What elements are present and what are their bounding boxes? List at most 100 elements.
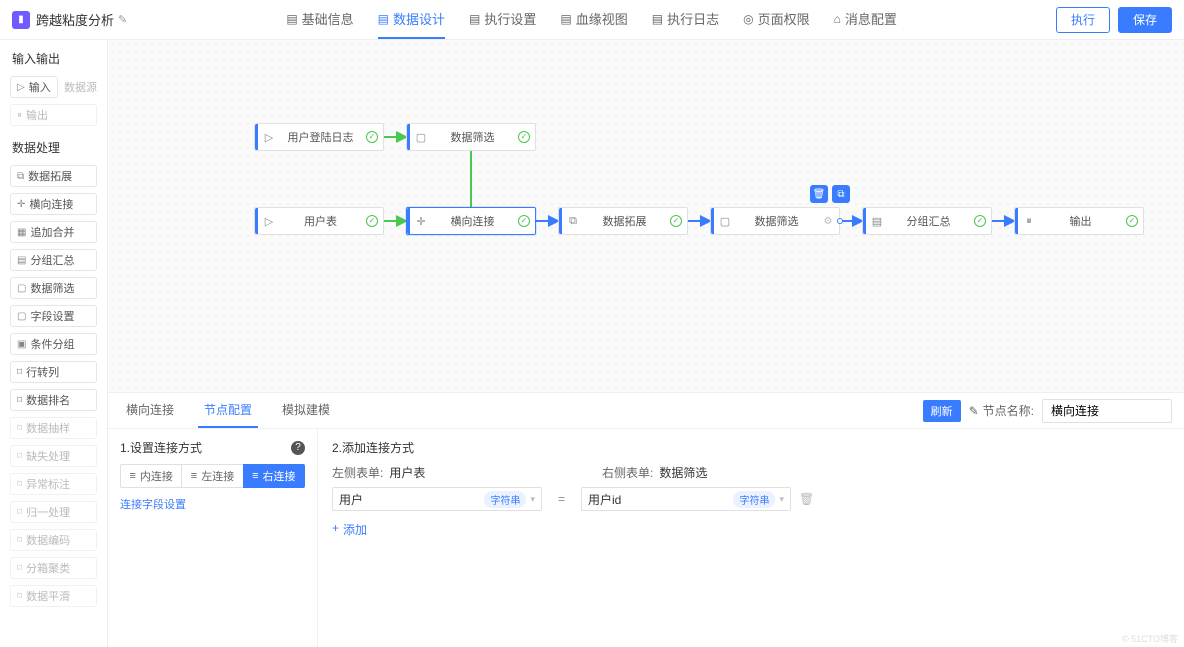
node-type-icon: ▷ bbox=[258, 131, 280, 144]
sidebar-item-数据抽样[interactable]: ⌑数据抽样 bbox=[10, 417, 97, 439]
sidebar-item-分箱聚类[interactable]: ⌑分箱聚类 bbox=[10, 557, 97, 579]
tab-基础信息[interactable]: ▤基础信息 bbox=[286, 0, 353, 39]
top-bar: ▮ 跨越粘度分析 ✎ ▤基础信息▤数据设计▤执行设置▤血缘视图▤执行日志◎页面权… bbox=[0, 0, 1184, 40]
node-type-icon: ▢ bbox=[410, 131, 432, 144]
node-数据筛选[interactable]: ▢数据筛选✓ bbox=[406, 123, 536, 151]
node-type-icon: ⌑ bbox=[17, 451, 22, 462]
node-数据拓展[interactable]: ⧉数据拓展✓ bbox=[558, 207, 688, 235]
sidebar-item-label: 异常标注 bbox=[26, 476, 70, 492]
node-type-icon: ⌑ bbox=[17, 423, 22, 434]
output-port[interactable] bbox=[837, 218, 843, 224]
sidebar-item-数据拓展[interactable]: ⧉数据拓展 bbox=[10, 165, 97, 187]
node-type-icon: ✛ bbox=[410, 215, 432, 228]
node-type-icon: ⌑ bbox=[17, 591, 22, 602]
tab-页面权限[interactable]: ◎页面权限 bbox=[743, 0, 810, 39]
sidebar-item-条件分组[interactable]: ▣条件分组 bbox=[10, 333, 97, 355]
node-type-icon: ⧉ bbox=[562, 215, 584, 228]
tab-数据设计[interactable]: ▤数据设计 bbox=[378, 0, 445, 39]
tab-icon: ▤ bbox=[469, 12, 480, 26]
bottom-tab-模拟建模[interactable]: 模拟建模 bbox=[276, 393, 336, 428]
add-row-button[interactable]: + 添加 bbox=[332, 521, 367, 538]
sidebar-item-label: 分组汇总 bbox=[30, 252, 74, 268]
sidebar-item-input[interactable]: ▷ 输入 bbox=[10, 76, 58, 98]
save-button[interactable]: 保存 bbox=[1118, 7, 1172, 33]
help-icon[interactable]: ? bbox=[291, 441, 305, 455]
bottom-panel: 横向连接节点配置模拟建模 刷新 ✎ 节点名称: 1.设置连接方式 ? ≡ bbox=[108, 392, 1184, 647]
bottom-tabs-row: 横向连接节点配置模拟建模 刷新 ✎ 节点名称: bbox=[108, 393, 1184, 429]
run-button[interactable]: 执行 bbox=[1056, 7, 1110, 33]
tab-血缘视图[interactable]: ▤血缘视图 bbox=[560, 0, 627, 39]
node-输出[interactable]: ⏸输出✓ bbox=[1014, 207, 1144, 235]
sidebar-hint: 数据源 bbox=[64, 79, 97, 95]
bottom-tab-横向连接[interactable]: 横向连接 bbox=[120, 393, 180, 428]
edit-title-icon[interactable]: ✎ bbox=[118, 13, 127, 26]
right-field-select[interactable]: 用户id 字符串 ▾ bbox=[581, 487, 791, 511]
sidebar-item-label: 数据筛选 bbox=[30, 280, 74, 296]
node-type-icon: ▢ bbox=[17, 283, 26, 294]
sidebar-item-异常标注[interactable]: ⌑异常标注 bbox=[10, 473, 97, 495]
sidebar-item-字段设置[interactable]: ▢字段设置 bbox=[10, 305, 97, 327]
section-title-join-type: 1.设置连接方式 ? bbox=[120, 439, 305, 456]
sidebar-item-label: 缺失处理 bbox=[26, 448, 70, 464]
node-label: 数据筛选 bbox=[432, 129, 513, 145]
main-area: 🗑 ⧉ ▷用户登陆日志✓▢数据筛选✓▷用户表✓✛横向连接✓⧉数据拓展✓▢数据筛选… bbox=[108, 40, 1184, 647]
config-right-column: 2.添加连接方式 左侧表单: 用户表 右侧表单: 数据筛选 bbox=[318, 429, 1184, 647]
sidebar-item-label: 输出 bbox=[26, 107, 48, 123]
node-用户登陆日志[interactable]: ▷用户登陆日志✓ bbox=[254, 123, 384, 151]
canvas[interactable]: 🗑 ⧉ ▷用户登陆日志✓▢数据筛选✓▷用户表✓✛横向连接✓⧉数据拓展✓▢数据筛选… bbox=[108, 40, 1184, 392]
tab-icon: ◎ bbox=[743, 12, 753, 26]
join-type-内连接[interactable]: ≡内连接 bbox=[120, 464, 182, 488]
status-ok-icon: ✓ bbox=[366, 215, 378, 227]
node-type-icon: ⌑ bbox=[17, 367, 22, 378]
node-type-icon: ▤ bbox=[17, 255, 26, 266]
sidebar-item-归一处理[interactable]: ⌑归一处理 bbox=[10, 501, 97, 523]
sidebar-item-分组汇总[interactable]: ▤ 分组汇总 bbox=[10, 249, 97, 271]
tab-执行设置[interactable]: ▤执行设置 bbox=[469, 0, 536, 39]
watermark: © 51CTO博客 bbox=[1122, 632, 1178, 645]
sidebar-item-行转列[interactable]: ⌑行转列 bbox=[10, 361, 97, 383]
bottom-tab-节点配置[interactable]: 节点配置 bbox=[198, 393, 258, 428]
node-分组汇总[interactable]: ▤分组汇总✓ bbox=[862, 207, 992, 235]
node-type-icon: ▣ bbox=[17, 339, 26, 350]
delete-node-button[interactable]: 🗑 bbox=[810, 185, 828, 203]
node-label: 输出 bbox=[1040, 213, 1121, 229]
sidebar-item-label: 输入 bbox=[29, 79, 51, 95]
sidebar-item-output[interactable]: ⏸ 输出 bbox=[10, 104, 97, 126]
sidebar-item-label: 数据排名 bbox=[26, 392, 70, 408]
join-type-右连接[interactable]: ≡右连接 bbox=[243, 464, 305, 488]
sidebar-item-数据编码[interactable]: ⌑ 数据编码 bbox=[10, 529, 97, 551]
join-field-settings-link[interactable]: 连接字段设置 bbox=[120, 496, 186, 512]
sidebar-item-横向连接[interactable]: ✛横向连接 bbox=[10, 193, 97, 215]
type-tag: 字符串 bbox=[733, 491, 775, 508]
node-label: 用户表 bbox=[280, 213, 361, 229]
sidebar-section-proc: 数据处理 bbox=[0, 129, 107, 162]
sidebar-item-缺失处理[interactable]: ⌑ 缺失处理 bbox=[10, 445, 97, 467]
node-toolbar: 🗑 ⧉ bbox=[810, 185, 850, 203]
left-table-value: 用户表 bbox=[389, 464, 425, 481]
sidebar-item-数据平滑[interactable]: ⌑数据平滑 bbox=[10, 585, 97, 607]
node-横向连接[interactable]: ✛横向连接✓ bbox=[406, 207, 536, 235]
play-icon: ▷ bbox=[17, 82, 25, 93]
copy-node-button[interactable]: ⧉ bbox=[832, 185, 850, 203]
plus-icon: + bbox=[332, 521, 339, 538]
left-field-select[interactable]: 用户 字符串 ▾ bbox=[332, 487, 542, 511]
sidebar-item-数据排名[interactable]: ⌑数据排名 bbox=[10, 389, 97, 411]
join-type-左连接[interactable]: ≡左连接 bbox=[181, 464, 243, 488]
node-label: 数据筛选 bbox=[736, 213, 817, 229]
node-用户表[interactable]: ▷用户表✓ bbox=[254, 207, 384, 235]
tab-icon: ▤ bbox=[286, 12, 297, 26]
tab-消息配置[interactable]: ⌂消息配置 bbox=[834, 0, 897, 39]
delete-row-icon[interactable]: 🗑 bbox=[799, 492, 814, 506]
tab-执行日志[interactable]: ▤执行日志 bbox=[652, 0, 719, 39]
sidebar-item-数据筛选[interactable]: ▢ 数据筛选 bbox=[10, 277, 97, 299]
status-ok-icon: ✓ bbox=[670, 215, 682, 227]
status-ok-icon: ✓ bbox=[366, 131, 378, 143]
type-tag: 字符串 bbox=[484, 491, 526, 508]
sidebar-item-追加合并[interactable]: ▦追加合并 bbox=[10, 221, 97, 243]
refresh-button[interactable]: 刷新 bbox=[923, 400, 961, 422]
sidebar: 输入输出 ▷ 输入 数据源 ⏸ 输出 数据处理 ⧉数据拓展 ✛横向连接 ▦追加合并 ▤… bbox=[0, 40, 108, 647]
sidebar-item-label: 数据编码 bbox=[26, 532, 70, 548]
node-type-icon: ⌑ bbox=[17, 535, 22, 546]
nodename-input[interactable] bbox=[1042, 399, 1172, 423]
node-数据筛选[interactable]: ▢数据筛选⚙ bbox=[710, 207, 840, 235]
